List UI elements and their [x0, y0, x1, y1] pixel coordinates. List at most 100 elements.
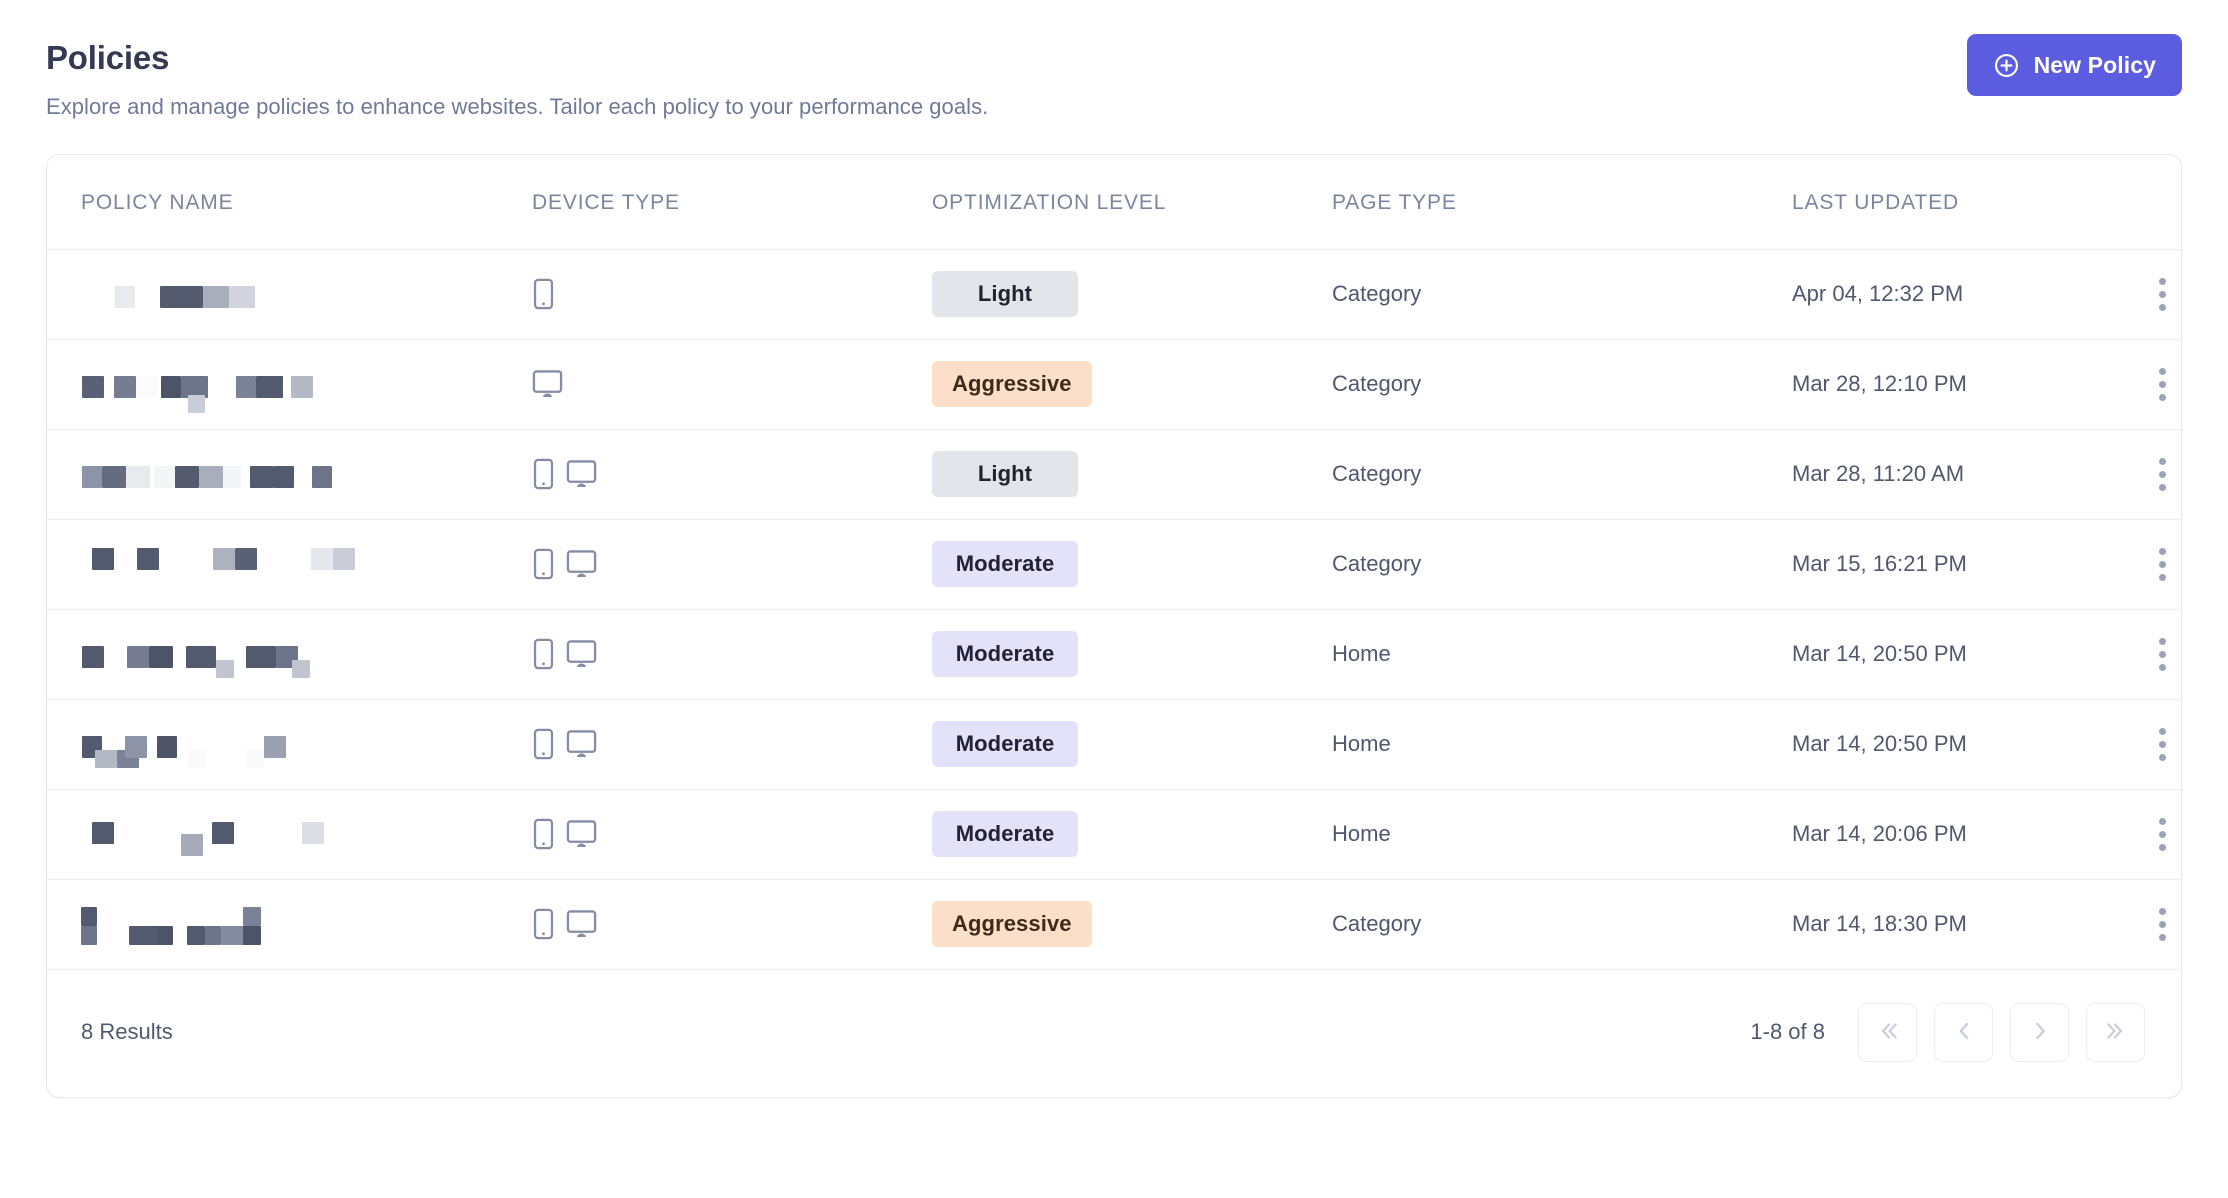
cell-row-actions [2142, 429, 2182, 519]
chevron-left-icon [1951, 1018, 1977, 1047]
cell-device-type [532, 789, 932, 879]
cell-device-type [532, 699, 932, 789]
redacted-policy-name [81, 544, 421, 584]
table-row[interactable]: ModerateHomeMar 14, 20:06 PM [47, 789, 2182, 879]
cell-optimization-level: Moderate [932, 789, 1332, 879]
pagination-button-group [1858, 1003, 2145, 1062]
cell-optimization-level: Aggressive [932, 339, 1332, 429]
optimization-level-badge: Moderate [932, 811, 1078, 857]
table-row[interactable]: AggressiveCategoryMar 28, 12:10 PM [47, 339, 2182, 429]
device-icon-desktop [566, 909, 597, 939]
cell-optimization-level: Moderate [932, 699, 1332, 789]
cell-last-updated: Mar 14, 20:50 PM [1792, 699, 2142, 789]
column-header-actions [2142, 155, 2182, 250]
column-header-page-type[interactable]: PAGE TYPE [1332, 155, 1792, 250]
cell-row-actions [2142, 699, 2182, 789]
table-row[interactable]: Moderate HomeMar 14, 20:50 PM [47, 699, 2182, 789]
cell-row-actions [2142, 879, 2182, 969]
cell-optimization-level: Aggressive [932, 879, 1332, 969]
cell-policy-name [47, 879, 532, 969]
cell-last-updated: Mar 28, 11:20 AM [1792, 429, 2142, 519]
page-subtitle: Explore and manage policies to enhance w… [46, 94, 988, 120]
cell-page-type: Category [1332, 879, 1792, 969]
cell-optimization-level: Moderate [932, 609, 1332, 699]
cell-device-type [532, 249, 932, 339]
device-icon-desktop [566, 639, 597, 669]
cell-last-updated: Apr 04, 12:32 PM [1792, 249, 2142, 339]
cell-page-type: Category [1332, 339, 1792, 429]
device-icon-desktop [532, 369, 563, 399]
device-icon-desktop [566, 819, 597, 849]
cell-device-type [532, 519, 932, 609]
device-icon-desktop [566, 549, 597, 579]
cell-page-type: Category [1332, 519, 1792, 609]
table-row[interactable]: LightCategoryMar 28, 11:20 AM [47, 429, 2182, 519]
pagination-controls: 1-8 of 8 [1750, 1003, 2145, 1062]
first-page-button[interactable] [1858, 1003, 1917, 1062]
policies-table: POLICY NAME DEVICE TYPE OPTIMIZATION LEV… [47, 155, 2182, 970]
cell-row-actions [2142, 249, 2182, 339]
table-row[interactable]: Moderate CategoryMar 15, 16:21 PM [47, 519, 2182, 609]
prev-page-button[interactable] [1934, 1003, 1993, 1062]
redacted-policy-name [81, 904, 421, 944]
table-row[interactable]: ModerateHomeMar 14, 20:50 PM [47, 609, 2182, 699]
kebab-menu-icon[interactable] [2142, 540, 2182, 589]
next-page-button[interactable] [2010, 1003, 2069, 1062]
pagination-range-label: 1-8 of 8 [1750, 1019, 1825, 1045]
cell-optimization-level: Light [932, 249, 1332, 339]
optimization-level-badge: Moderate [932, 631, 1078, 677]
new-policy-button-label: New Policy [2034, 52, 2156, 79]
cell-last-updated: Mar 15, 16:21 PM [1792, 519, 2142, 609]
plus-circle-icon [1993, 52, 2020, 79]
cell-page-type: Home [1332, 789, 1792, 879]
kebab-menu-icon[interactable] [2142, 270, 2182, 319]
chevron-right-icon [2027, 1018, 2053, 1047]
page-header: Policies Explore and manage policies to … [46, 34, 2182, 120]
kebab-menu-icon[interactable] [2142, 900, 2182, 949]
cell-policy-name [47, 609, 532, 699]
table-row[interactable]: LightCategoryApr 04, 12:32 PM [47, 249, 2182, 339]
device-icon-desktop [566, 459, 597, 489]
cell-policy-name [47, 519, 532, 609]
cell-device-type [532, 609, 932, 699]
header-text-block: Policies Explore and manage policies to … [46, 34, 988, 120]
policies-table-card: POLICY NAME DEVICE TYPE OPTIMIZATION LEV… [46, 154, 2182, 1098]
redacted-policy-name [81, 454, 421, 494]
optimization-level-badge: Moderate [932, 541, 1078, 587]
double-chevron-left-icon [1875, 1018, 1901, 1047]
optimization-level-badge: Light [932, 451, 1078, 497]
cell-page-type: Home [1332, 699, 1792, 789]
kebab-menu-icon[interactable] [2142, 360, 2182, 409]
optimization-level-badge: Moderate [932, 721, 1078, 767]
device-icon-desktop [566, 729, 597, 759]
kebab-menu-icon[interactable] [2142, 810, 2182, 859]
cell-row-actions [2142, 339, 2182, 429]
cell-policy-name [47, 339, 532, 429]
last-page-button[interactable] [2086, 1003, 2145, 1062]
results-count: 8 Results [81, 1019, 173, 1045]
optimization-level-badge: Aggressive [932, 361, 1092, 407]
device-icon-mobile [532, 458, 555, 490]
kebab-menu-icon[interactable] [2142, 630, 2182, 679]
cell-policy-name [47, 699, 532, 789]
table-row[interactable]: AggressiveCategoryMar 14, 18:30 PM [47, 879, 2182, 969]
column-header-last-updated[interactable]: LAST UPDATED [1792, 155, 2142, 250]
column-header-policy-name[interactable]: POLICY NAME [47, 155, 532, 250]
table-header: POLICY NAME DEVICE TYPE OPTIMIZATION LEV… [47, 155, 2182, 250]
device-icon-mobile [532, 728, 555, 760]
cell-last-updated: Mar 14, 20:50 PM [1792, 609, 2142, 699]
redacted-policy-name [81, 724, 421, 764]
column-header-device-type[interactable]: DEVICE TYPE [532, 155, 932, 250]
cell-device-type [532, 339, 932, 429]
device-icon-mobile [532, 638, 555, 670]
cell-optimization-level: Moderate [932, 519, 1332, 609]
optimization-level-badge: Aggressive [932, 901, 1092, 947]
redacted-policy-name [81, 274, 421, 314]
kebab-menu-icon[interactable] [2142, 450, 2182, 499]
column-header-optimization-level[interactable]: OPTIMIZATION LEVEL [932, 155, 1332, 250]
new-policy-button[interactable]: New Policy [1967, 34, 2182, 96]
device-icon-mobile [532, 908, 555, 940]
policies-page: Policies Explore and manage policies to … [0, 0, 2228, 1198]
kebab-menu-icon[interactable] [2142, 720, 2182, 769]
cell-optimization-level: Light [932, 429, 1332, 519]
